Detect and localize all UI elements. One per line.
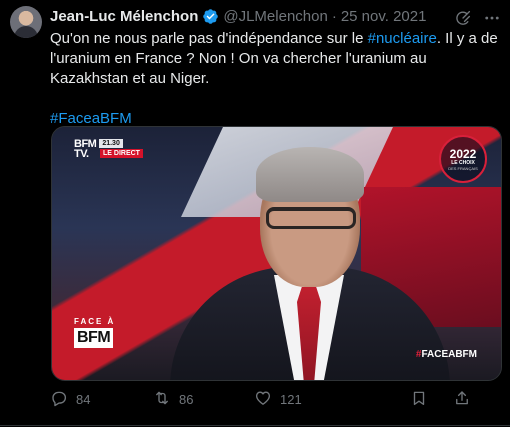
tweet[interactable]: Jean-Luc Mélenchon @JLMelenchon · 25 nov… <box>0 0 510 427</box>
hashtag-link-nucleaire[interactable]: #nucléaire <box>368 30 437 47</box>
video-media[interactable]: BFM TV. 21.30 LE DIRECT 2022 LE CHOIX DES… <box>51 126 502 381</box>
like-button[interactable]: 121 <box>254 389 302 410</box>
grok-icon[interactable] <box>454 9 472 27</box>
avatar-suit <box>14 26 38 38</box>
tweet-divider <box>0 425 510 426</box>
retweet-count: 86 <box>179 391 194 407</box>
hashtag-overlay: #FACEABFM <box>416 349 477 360</box>
more-icon[interactable] <box>482 8 502 28</box>
author-handle[interactable]: @JLMelenchon <box>223 8 327 25</box>
badge-year: 2022 <box>449 146 477 161</box>
share-button[interactable] <box>453 389 471 410</box>
show-logo-top: FACE À <box>74 317 116 326</box>
tweet-text-part-1: Qu'on ne nous parle pas d'indépendance s… <box>50 30 368 47</box>
badge-line2: DES FRANÇAIS <box>448 165 478 171</box>
tweet-date[interactable]: 25 nov. 2021 <box>341 8 427 25</box>
retweet-button[interactable]: 86 <box>153 389 193 410</box>
like-icon <box>254 389 272 410</box>
person-glasses <box>266 207 356 229</box>
show-logo-bottom: BFM <box>74 328 114 348</box>
action-bar: 84 86 121 <box>50 389 500 409</box>
overlay-tag: FACEABFM <box>421 349 477 360</box>
tweet-text: Qu'on ne nous parle pas d'indépendance s… <box>50 29 500 129</box>
face-a-bfm-logo: FACE À BFM <box>74 317 115 348</box>
author-name[interactable]: Jean-Luc Mélenchon <box>50 8 198 25</box>
live-label: LE DIRECT <box>100 149 143 158</box>
like-count: 121 <box>280 391 302 407</box>
bookmark-icon <box>410 389 428 410</box>
bfmtv-mark: BFM TV. <box>74 138 97 160</box>
person-hair <box>256 147 364 202</box>
tweet-header: Jean-Luc Mélenchon @JLMelenchon · 25 nov… <box>50 8 480 25</box>
reply-count: 84 <box>76 391 91 407</box>
hashtag-link-faceabfm[interactable]: #FaceaBFM <box>50 110 132 127</box>
broadcast-time: 21.30 <box>99 139 123 148</box>
reply-icon <box>50 389 68 410</box>
election-badge: 2022 LE CHOIX DES FRANÇAIS <box>439 135 487 183</box>
bookmark-button[interactable] <box>410 389 428 410</box>
separator-dot: · <box>331 8 337 25</box>
share-icon <box>453 389 471 410</box>
verified-badge-icon[interactable] <box>202 8 219 25</box>
retweet-icon <box>153 389 171 410</box>
reply-button[interactable]: 84 <box>50 389 90 410</box>
avatar[interactable] <box>10 6 42 38</box>
